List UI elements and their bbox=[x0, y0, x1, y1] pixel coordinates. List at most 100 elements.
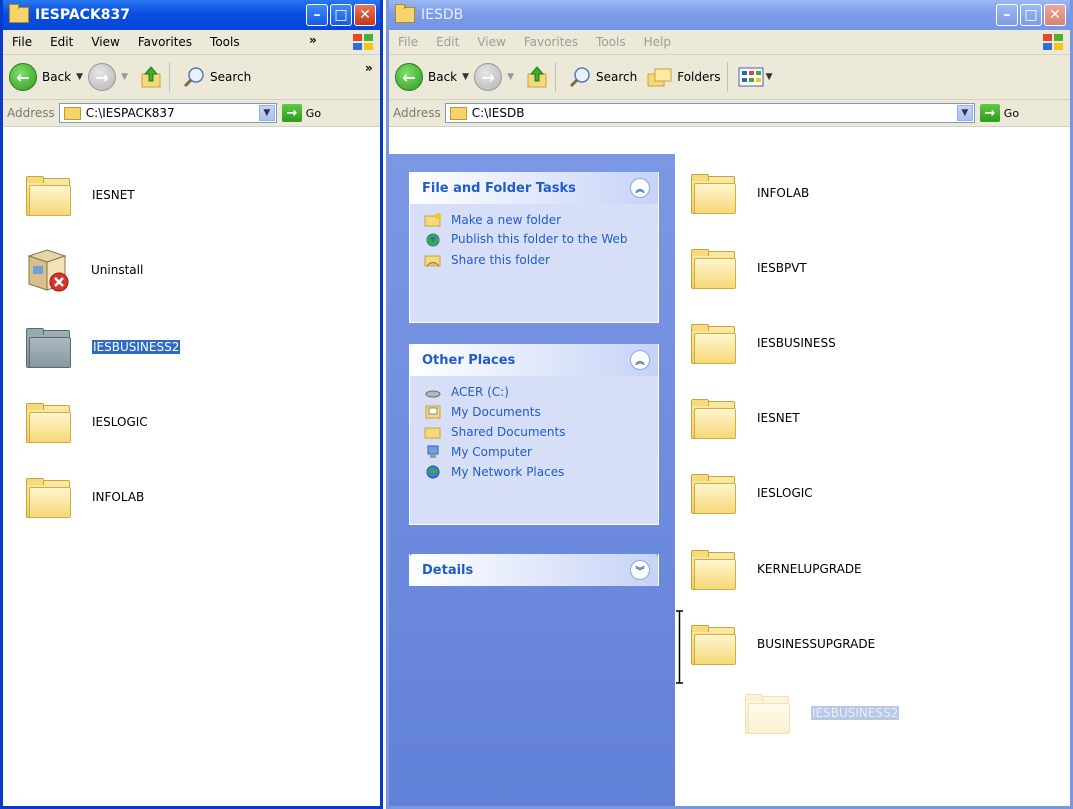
address-dropdown-icon[interactable]: ▼ bbox=[258, 105, 275, 121]
globe-icon bbox=[426, 233, 440, 247]
panel-header[interactable]: Other Places ︽ bbox=[410, 344, 658, 376]
menu-view[interactable]: View bbox=[468, 35, 514, 49]
menu-help[interactable]: Help bbox=[635, 35, 680, 49]
maximize-button[interactable]: □ bbox=[1020, 4, 1042, 26]
title-bar[interactable]: IESPACK837 – □ ✕ bbox=[3, 0, 380, 30]
collapse-chevron-icon[interactable]: ︽ bbox=[630, 350, 650, 370]
folder-icon bbox=[26, 176, 71, 216]
menu-tools[interactable]: Tools bbox=[587, 35, 635, 49]
list-item[interactable]: IESBUSINESS bbox=[691, 324, 836, 364]
shared-documents-icon bbox=[424, 427, 441, 439]
menu-edit[interactable]: Edit bbox=[427, 35, 468, 49]
list-item[interactable]: IESBUSINESS2 bbox=[26, 328, 181, 368]
go-button[interactable]: → Go bbox=[979, 104, 1019, 122]
file-folder-tasks-panel: File and Folder Tasks ︽ Make a new folde… bbox=[409, 172, 659, 323]
list-item[interactable]: IESLOGIC bbox=[26, 403, 148, 443]
list-item[interactable]: IESLOGIC bbox=[691, 474, 813, 514]
folder-icon bbox=[691, 399, 736, 439]
menu-file[interactable]: File bbox=[389, 35, 427, 49]
panel-header[interactable]: Details ︾ bbox=[410, 554, 658, 586]
back-dropdown-icon[interactable]: ▼ bbox=[76, 72, 83, 82]
list-item[interactable]: IESNET bbox=[26, 176, 135, 216]
menu-file[interactable]: File bbox=[3, 35, 41, 49]
forward-button[interactable]: → bbox=[474, 63, 503, 91]
folder-icon bbox=[691, 474, 736, 514]
folders-button[interactable]: Folders bbox=[647, 66, 721, 88]
toolbar-separator bbox=[726, 62, 728, 92]
file-list[interactable]: IESNET Uninstall IESBUSINESS2 IESLOGIC I… bbox=[3, 154, 380, 806]
search-button[interactable]: Search bbox=[568, 65, 637, 89]
address-path: C:\IESDB bbox=[471, 106, 525, 120]
place-my-network-places[interactable]: My Network Places bbox=[410, 462, 658, 482]
file-list[interactable]: INFOLAB IESBPVT IESBUSINESS IESNET IESLO… bbox=[675, 154, 1070, 806]
folder-icon bbox=[63, 106, 81, 120]
close-button[interactable]: ✕ bbox=[354, 4, 376, 26]
list-item[interactable]: IESBPVT bbox=[691, 249, 807, 289]
views-button[interactable]: ▼ bbox=[738, 66, 778, 88]
menu-favorites[interactable]: Favorites bbox=[515, 35, 587, 49]
new-folder-icon bbox=[424, 213, 441, 227]
place-my-documents[interactable]: My Documents bbox=[410, 402, 658, 422]
explorer-window-iesdb[interactable]: IESDB – □ ✕ File Edit View Favorites Too… bbox=[386, 0, 1073, 809]
search-button[interactable]: Search bbox=[182, 65, 251, 89]
task-share-folder[interactable]: Share this folder bbox=[410, 250, 658, 270]
toolbar-overflow-chevron[interactable]: » bbox=[365, 61, 373, 75]
forward-dropdown-icon[interactable]: ▼ bbox=[121, 72, 128, 82]
close-button[interactable]: ✕ bbox=[1044, 4, 1066, 26]
folder-icon bbox=[691, 174, 736, 214]
folder-icon bbox=[9, 4, 29, 23]
minimize-button[interactable]: – bbox=[996, 4, 1018, 26]
expand-chevron-icon[interactable]: ︾ bbox=[630, 560, 650, 580]
back-dropdown-icon[interactable]: ▼ bbox=[462, 72, 469, 82]
back-arrow-icon: ← bbox=[9, 63, 37, 91]
up-folder-icon[interactable] bbox=[525, 65, 549, 89]
explorer-window-iespack837[interactable]: IESPACK837 – □ ✕ File Edit View Favorite… bbox=[0, 0, 383, 809]
my-documents-icon bbox=[425, 405, 441, 419]
menu-edit[interactable]: Edit bbox=[41, 35, 82, 49]
toolbar-separator bbox=[168, 62, 170, 92]
place-acer-drive[interactable]: ACER (C:) bbox=[410, 382, 658, 402]
share-folder-icon bbox=[424, 255, 441, 267]
forward-dropdown-icon[interactable]: ▼ bbox=[507, 72, 514, 82]
windows-logo-icon bbox=[1043, 34, 1063, 50]
menu-overflow-chevron[interactable]: » bbox=[309, 33, 317, 47]
forward-button[interactable]: → bbox=[88, 63, 117, 91]
menu-favorites[interactable]: Favorites bbox=[129, 35, 201, 49]
address-label: Address bbox=[393, 106, 441, 120]
title-bar[interactable]: IESDB – □ ✕ bbox=[389, 0, 1070, 30]
collapse-chevron-icon[interactable]: ︽ bbox=[630, 178, 650, 198]
list-item[interactable]: INFOLAB bbox=[691, 174, 809, 214]
list-item[interactable]: Uninstall bbox=[23, 246, 143, 294]
list-item[interactable]: KERNELUPGRADE bbox=[691, 550, 862, 590]
task-publish-to-web[interactable]: Publish this folder to the Web bbox=[410, 230, 658, 250]
minimize-button[interactable]: – bbox=[306, 4, 328, 26]
back-button[interactable]: ← Back bbox=[395, 63, 457, 91]
menu-view[interactable]: View bbox=[82, 35, 128, 49]
address-input[interactable]: C:\IESPACK837 ▼ bbox=[58, 103, 277, 123]
up-folder-icon[interactable] bbox=[139, 65, 163, 89]
maximize-button[interactable]: □ bbox=[330, 4, 352, 26]
list-item[interactable]: BUSINESSUPGRADE bbox=[691, 625, 875, 665]
window-title: IESDB bbox=[421, 7, 464, 23]
go-button[interactable]: → Go bbox=[281, 104, 321, 122]
windows-logo-icon bbox=[353, 34, 373, 50]
menu-tools[interactable]: Tools bbox=[201, 35, 249, 49]
toolbar: ← Back ▼ → ▼ Search Folders ▼ bbox=[389, 55, 1070, 100]
list-item[interactable]: IESNET bbox=[691, 399, 800, 439]
address-input[interactable]: C:\IESDB ▼ bbox=[444, 103, 975, 123]
views-grid-icon bbox=[738, 67, 764, 87]
place-shared-documents[interactable]: Shared Documents bbox=[410, 422, 658, 442]
folder-icon bbox=[26, 478, 71, 518]
list-item[interactable]: INFOLAB bbox=[26, 478, 144, 518]
back-button[interactable]: ← Back bbox=[9, 63, 71, 91]
views-dropdown-icon: ▼ bbox=[765, 72, 773, 82]
panel-header[interactable]: File and Folder Tasks ︽ bbox=[410, 172, 658, 204]
address-dropdown-icon[interactable]: ▼ bbox=[956, 105, 973, 121]
folder-icon bbox=[691, 550, 736, 590]
task-make-new-folder[interactable]: Make a new folder bbox=[410, 210, 658, 230]
go-arrow-icon: → bbox=[281, 104, 302, 122]
place-my-computer[interactable]: My Computer bbox=[410, 442, 658, 462]
folder-icon bbox=[691, 249, 736, 289]
my-computer-icon bbox=[427, 445, 439, 458]
menu-bar: File Edit View Favorites Tools » bbox=[3, 30, 380, 55]
